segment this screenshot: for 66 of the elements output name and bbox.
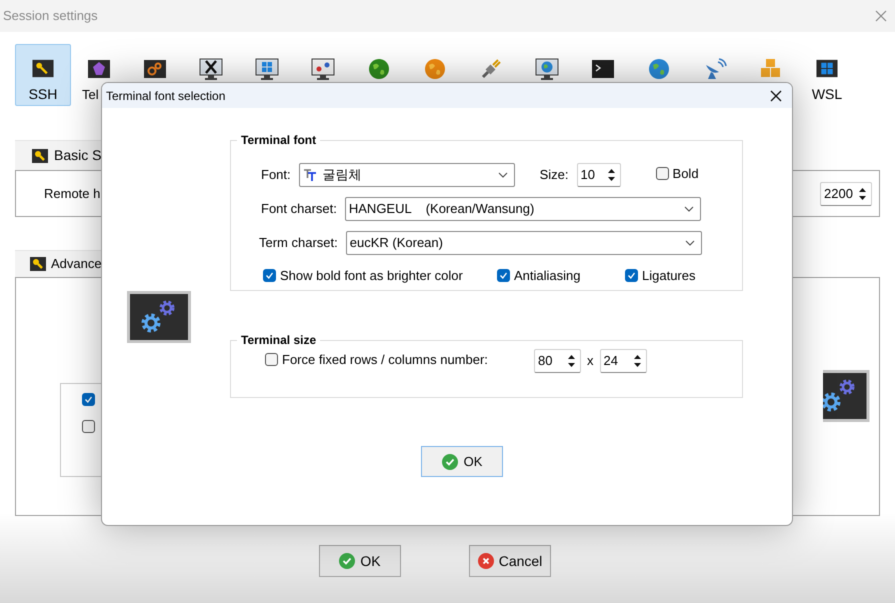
satellite-dish-icon [703, 57, 727, 81]
check-icon [442, 454, 458, 470]
term-charset-dropdown[interactable]: eucKR (Korean) [346, 231, 702, 255]
globe-icon [647, 57, 671, 81]
size-spinner[interactable]: 10 [576, 163, 621, 187]
plug-icon [479, 57, 503, 81]
checkbox-label: Force fixed rows / columns number: [282, 351, 488, 370]
check-icon [339, 553, 356, 569]
group-title: Terminal size [240, 332, 318, 349]
checkbox-label: Show bold font as brighter color [280, 267, 463, 285]
spin-arrows-icon [858, 186, 867, 200]
checkbox[interactable] [82, 393, 95, 406]
spin-arrows-icon [567, 354, 576, 368]
group-title: Terminal font [240, 132, 318, 149]
close-icon [875, 10, 887, 22]
checkmark-icon [627, 271, 636, 280]
font-icon [302, 168, 317, 182]
session-type-button[interactable]: WSL [799, 44, 855, 106]
ok-button[interactable]: OK [319, 545, 401, 577]
key-icon [30, 257, 46, 271]
gem-icon [87, 57, 111, 81]
field-label: Font: [261, 166, 291, 184]
cancel-button[interactable]: Cancel [469, 545, 551, 577]
separator-label: x [587, 352, 594, 370]
checkmark-icon [265, 271, 274, 280]
key-icon [32, 148, 48, 162]
checkbox[interactable] [263, 269, 276, 282]
checkbox[interactable] [656, 167, 669, 180]
font-charset-dropdown[interactable]: HANGEUL (Korean/Wansung) [344, 197, 701, 221]
field-label: Remote h [44, 184, 100, 203]
checkbox[interactable] [82, 420, 95, 433]
checkbox[interactable] [497, 269, 510, 282]
ok-button[interactable]: OK [421, 446, 503, 477]
field-label: Size: [540, 166, 569, 184]
window-title: Session settings [3, 7, 98, 26]
field-label: Term charset: [259, 234, 338, 252]
globe-icon [423, 57, 447, 81]
x-icon [478, 553, 494, 569]
chevron-down-icon [498, 172, 508, 178]
checkbox[interactable] [265, 353, 278, 366]
globe-icon [367, 57, 391, 81]
key-icon [31, 57, 55, 80]
monitor-icon [535, 57, 559, 81]
field-label: Font charset: [261, 200, 337, 218]
terminal-icon [591, 57, 615, 81]
monitor-icon [311, 57, 335, 81]
checkmark-icon [499, 271, 508, 280]
font-dropdown[interactable]: 굴림체 [298, 163, 515, 187]
columns-spinner[interactable]: 24 [600, 349, 646, 373]
monitor-icon [255, 57, 279, 81]
windows-icon [815, 57, 839, 80]
port-spinner[interactable]: 2200 [820, 182, 872, 206]
session-type-button[interactable]: SSH [15, 44, 71, 106]
rows-spinner[interactable]: 80 [534, 349, 581, 373]
chevron-down-icon [684, 206, 694, 212]
monitor-icon [199, 57, 223, 81]
spin-arrows-icon [606, 168, 616, 182]
close-icon [770, 90, 782, 102]
checkbox-label: Antialiasing [514, 267, 580, 285]
checkbox-label: Ligatures [642, 267, 696, 285]
chevron-down-icon [684, 240, 695, 246]
checkbox-label: Bold [672, 165, 699, 184]
checkmark-icon [84, 395, 93, 404]
checkbox[interactable] [625, 269, 638, 282]
dialog-title: Terminal font selection [106, 88, 226, 104]
spin-arrows-icon [632, 354, 642, 368]
